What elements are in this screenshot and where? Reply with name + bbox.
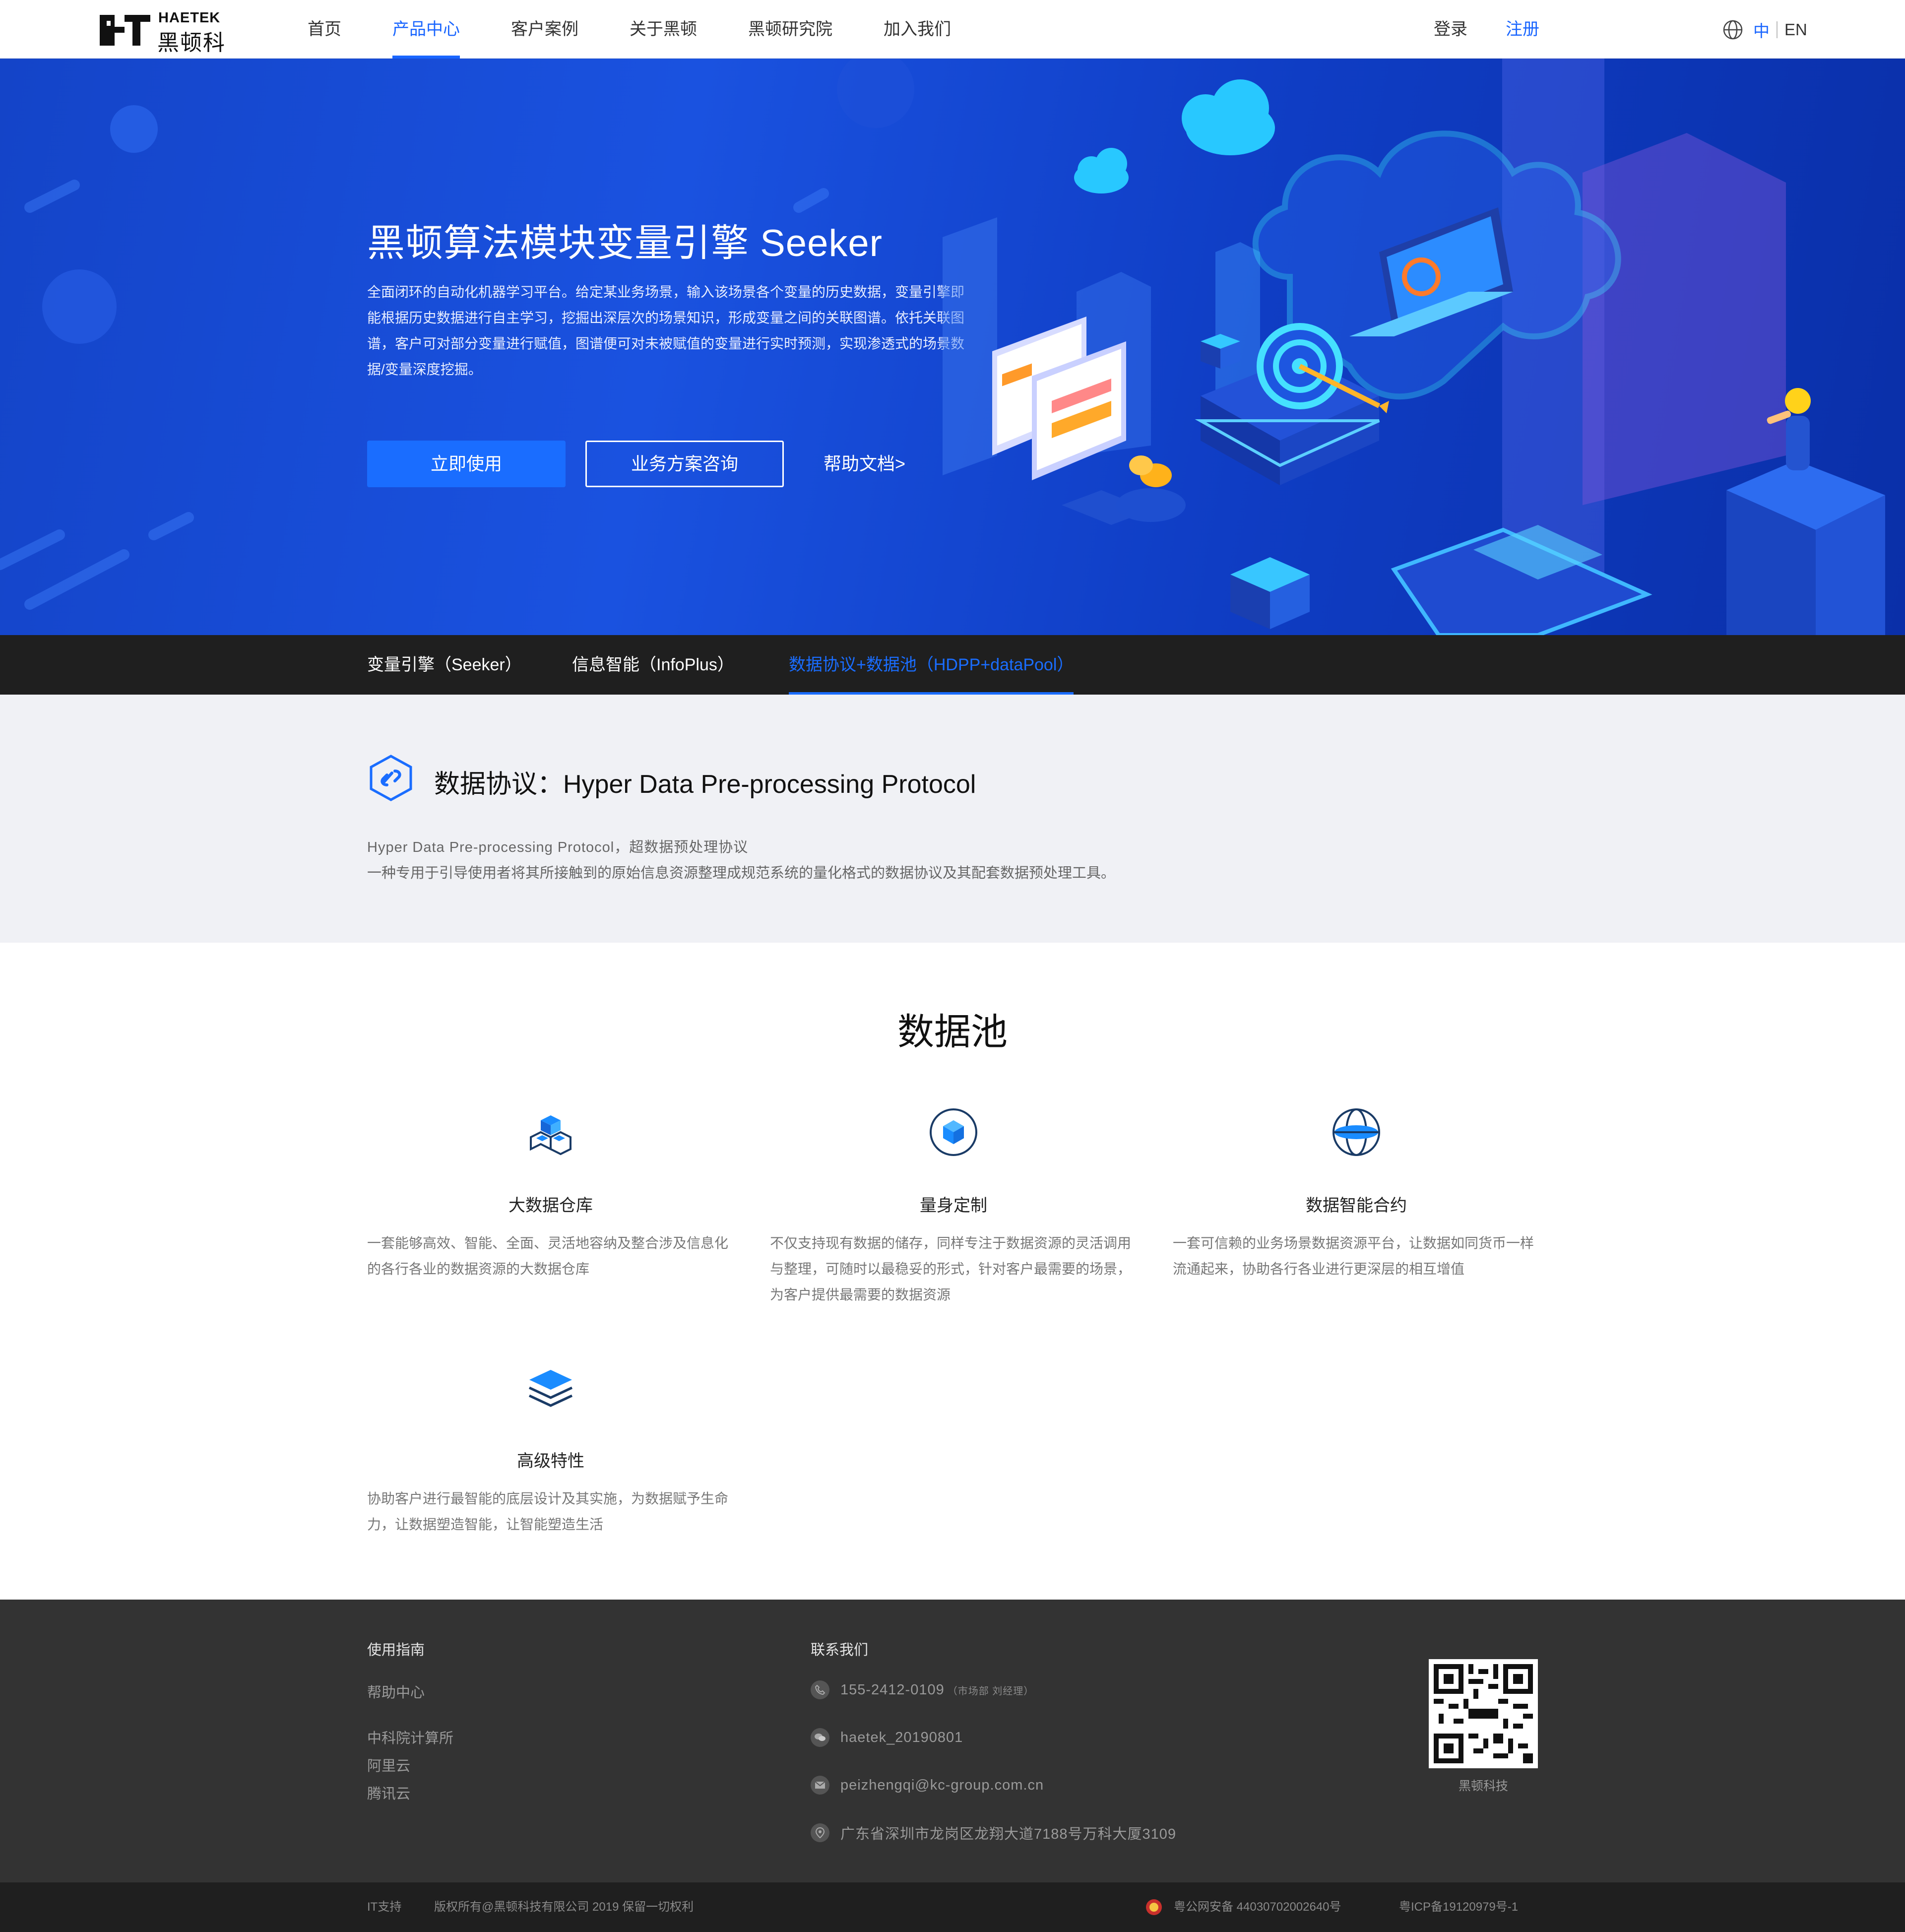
cubes-icon	[530, 1115, 572, 1156]
feature-description: 不仅支持现有数据的储存，同样专注于数据资源的灵活调用与整理，可随时以最稳妥的形式…	[770, 1235, 1132, 1302]
contact-wechat: haetek_20190801	[811, 1728, 963, 1747]
main-nav: 首页 产品中心 客户案例 关于黑顿 黑顿研究院 加入我们	[308, 0, 1002, 59]
protocol-subtitle: Hyper Data Pre-processing Protocol，超数据预处…	[367, 839, 749, 855]
ht-logo-icon	[100, 15, 150, 46]
wechat-qr-code	[1429, 1659, 1538, 1768]
tab-infoplus[interactable]: 信息智能（InfoPlus）	[572, 635, 734, 695]
feature-smart-contract: 数据智能合约 一套可信赖的业务场景数据资源平台，让数据如同货币一样流通起来，协助…	[1173, 1106, 1540, 1295]
nav-research[interactable]: 黑顿研究院	[748, 0, 832, 59]
feature-name: 高级特性	[517, 1452, 584, 1471]
start-using-button[interactable]: 立即使用	[367, 441, 566, 487]
qr-label: 黑顿科技	[1458, 1779, 1508, 1793]
logo-english: HAETEK	[158, 10, 221, 26]
location-pin-icon	[811, 1823, 829, 1842]
nav-join[interactable]: 加入我们	[884, 0, 951, 59]
icp-record[interactable]: 粤ICP备19120979号-1	[1399, 1882, 1518, 1932]
hero-title: 黑顿算法模块变量引擎 Seeker	[367, 222, 883, 264]
nav-about[interactable]: 关于黑顿	[630, 0, 697, 59]
protocol-section: 数据协议：Hyper Data Pre-processing Protocol …	[0, 695, 1905, 943]
qr-code-icon	[1434, 1664, 1533, 1763]
footer-link-aliyun[interactable]: 阿里云	[367, 1754, 410, 1775]
contact-title: 联系我们	[811, 1642, 869, 1658]
email-address[interactable]: peizhengqi@kc-group.com.cn	[840, 1777, 1044, 1794]
footer-link-tencent[interactable]: 腾讯云	[367, 1782, 410, 1803]
lang-english[interactable]: EN	[1784, 20, 1807, 39]
police-badge-icon	[1146, 1899, 1162, 1915]
layers-icon	[528, 1370, 573, 1407]
login-link[interactable]: 登录	[1434, 0, 1467, 59]
feature-description: 一套能够高效、智能、全面、灵活地容纳及整合涉及信息化的各行各业的数据资源的大数据…	[367, 1235, 729, 1277]
datapool-title: 数据池	[897, 1011, 1008, 1052]
police-record[interactable]: 粤公网安备 44030702002640号	[1174, 1882, 1341, 1932]
wechat-icon	[811, 1728, 829, 1747]
feature-name: 大数据仓库	[508, 1196, 593, 1215]
footer-link-help[interactable]: 帮助中心	[367, 1681, 425, 1702]
wechat-id: haetek_20190801	[840, 1729, 963, 1745]
custom-cube-icon	[930, 1108, 977, 1156]
nav-home[interactable]: 首页	[308, 0, 341, 59]
phone-number: 155-2412-0109	[840, 1681, 945, 1698]
protocol-description: 一种专用于引导使用者将其所接触到的原始信息资源整理成规范系统的量化格式的数据协议…	[367, 865, 1116, 881]
email-icon	[811, 1776, 829, 1795]
protocol-title: 数据协议：Hyper Data Pre-processing Protocol	[434, 770, 976, 799]
top-header: HAETEK 黑顿科技 首页 产品中心 客户案例 关于黑顿 黑顿研究院 加入我们…	[0, 0, 1905, 87]
hero-description: 全面闭环的自动化机器学习平台。给定某业务场景，输入该场景各个变量的历史数据，变量…	[367, 284, 965, 377]
street-address: 广东省深圳市龙岗区龙翔大道7188号万科大厦3109	[840, 1826, 1177, 1842]
consult-button[interactable]: 业务方案咨询	[585, 441, 784, 487]
phone-icon	[811, 1680, 829, 1699]
globe-icon	[1723, 20, 1743, 40]
feature-name: 数据智能合约	[1306, 1196, 1407, 1215]
lang-divider	[1777, 21, 1778, 38]
protocol-link-icon	[370, 755, 412, 801]
feature-description: 协助客户进行最智能的底层设计及其实施，为数据赋予生命力，让数据塑造智能，让智能塑…	[367, 1491, 729, 1532]
tab-hdpp-datapool[interactable]: 数据协议+数据池（HDPP+dataPool）	[789, 635, 1074, 695]
lang-chinese[interactable]: 中	[1753, 18, 1770, 42]
contact-phone: 155-2412-0109 （市场部 刘经理）	[811, 1680, 1034, 1700]
contact-address: 广东省深圳市龙岗区龙翔大道7188号万科大厦3109	[811, 1823, 1176, 1843]
feature-customized: 量身定制 不仅支持现有数据的储存，同样专注于数据资源的灵活调用与整理，可随时以最…	[770, 1106, 1137, 1302]
hero-banner: 黑顿算法模块变量引擎 Seeker 全面闭环的自动化机器学习平台。给定某业务场景…	[0, 59, 1905, 635]
copyright-bar: IT支持 版权所有@黑顿科技有限公司 2019 保留一切权利 粤公网安备 440…	[0, 1882, 1905, 1932]
feature-description: 一套可信赖的业务场景数据资源平台，让数据如同货币一样流通起来，协助各行各业进行更…	[1173, 1235, 1534, 1277]
contact-email: peizhengqi@kc-group.com.cn	[811, 1775, 1044, 1795]
tab-seeker[interactable]: 变量引擎（Seeker）	[367, 635, 522, 695]
nav-cases[interactable]: 客户案例	[511, 0, 578, 59]
help-docs-link[interactable]: 帮助文档>	[824, 441, 905, 487]
feature-advanced: 高级特性 协助客户进行最智能的底层设计及其实施，为数据赋予生命力，让数据塑造智能…	[367, 1362, 734, 1550]
copyright-text: 版权所有@黑顿科技有限公司 2019 保留一切权利	[434, 1900, 694, 1914]
language-switcher: 中 EN	[1722, 19, 1807, 41]
globe-contract-icon	[1333, 1108, 1380, 1156]
cloud-computing-illustration	[943, 59, 1885, 635]
guide-title: 使用指南	[367, 1642, 425, 1658]
feature-name: 量身定制	[920, 1196, 987, 1215]
phone-note: （市场部 刘经理）	[947, 1685, 1034, 1697]
feature-big-data-warehouse: 大数据仓库 一套能够高效、智能、全面、灵活地容纳及整合涉及信息化的各行各业的数据…	[367, 1106, 734, 1295]
site-footer: 使用指南 帮助中心 中科院计算所 阿里云 腾讯云 联系我们 155-2412-0…	[0, 1600, 1905, 1882]
brand-logo[interactable]: HAETEK 黑顿科技	[98, 9, 247, 87]
it-support-text: IT支持	[367, 1900, 402, 1914]
register-link[interactable]: 注册	[1506, 0, 1539, 59]
footer-link-ict[interactable]: 中科院计算所	[367, 1727, 453, 1747]
product-tabbar: 变量引擎（Seeker） 信息智能（InfoPlus） 数据协议+数据池（HDP…	[0, 635, 1905, 695]
nav-products[interactable]: 产品中心	[392, 0, 460, 59]
